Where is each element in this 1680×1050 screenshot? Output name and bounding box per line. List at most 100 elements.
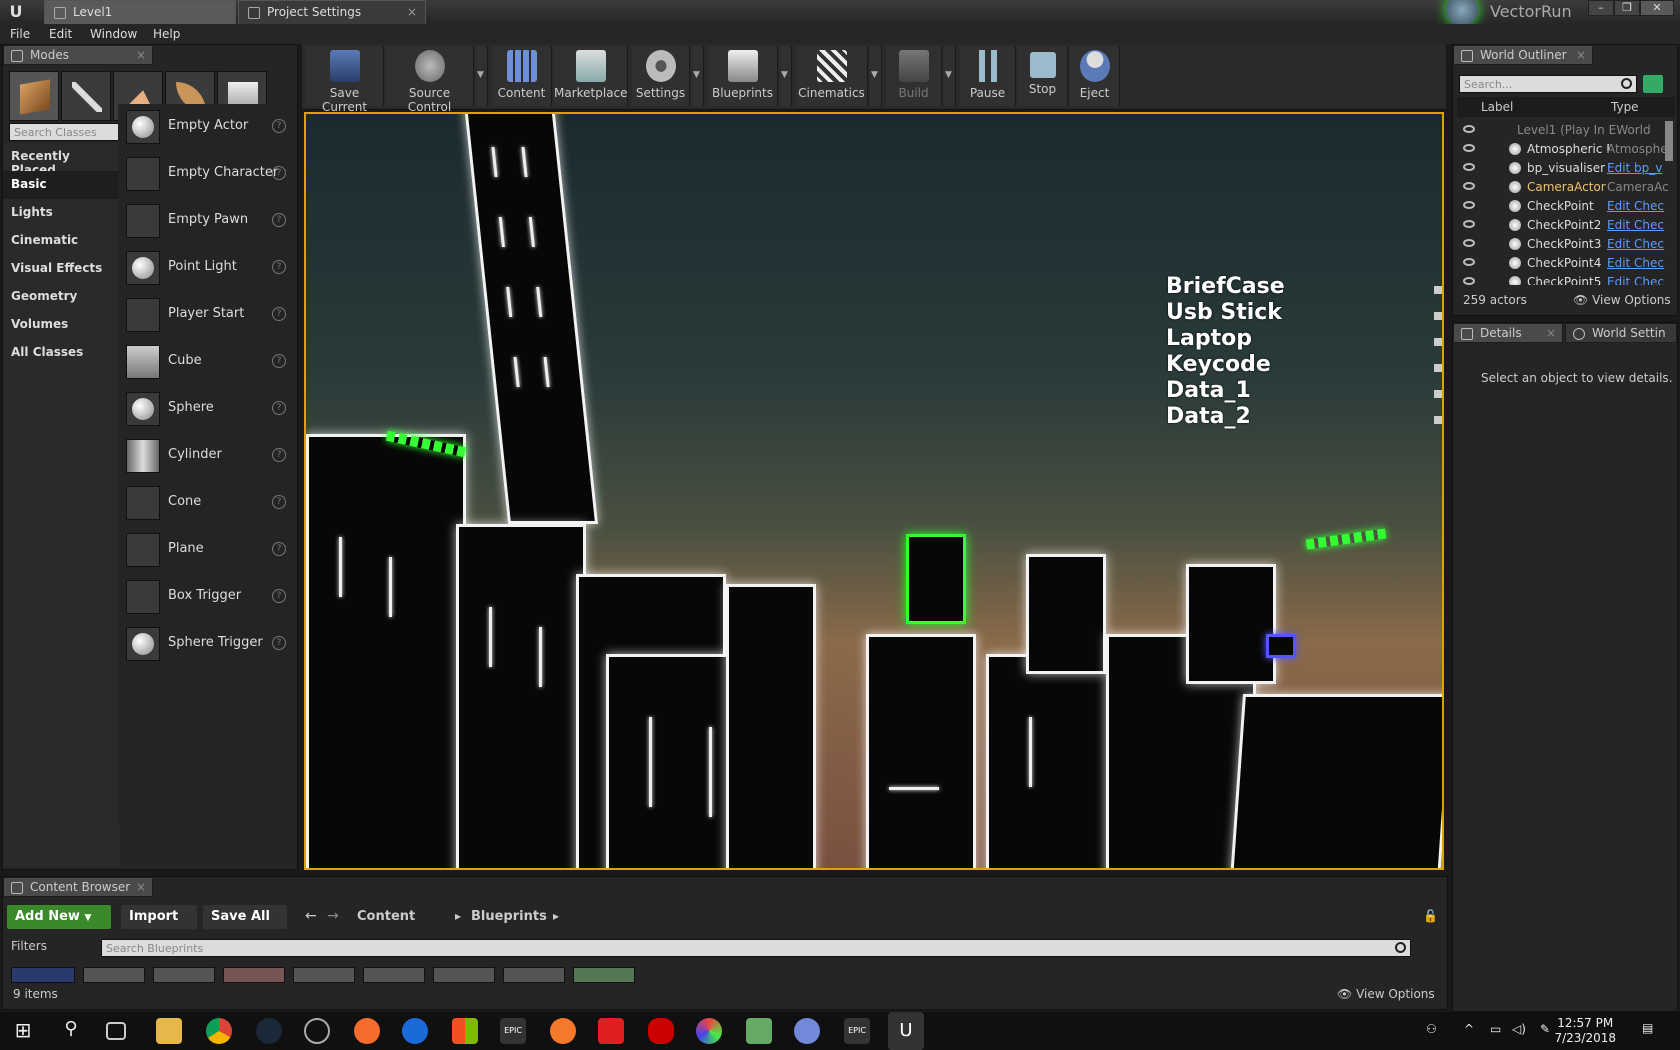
row-type-link[interactable]: Edit Chec <box>1607 275 1671 285</box>
source-control-button[interactable]: Source Control <box>386 46 474 114</box>
place-item-empty-pawn[interactable]: Empty Pawn? <box>118 198 296 242</box>
origin-icon[interactable] <box>354 1018 380 1044</box>
place-item-plane[interactable]: Plane? <box>118 527 296 571</box>
back-arrow-icon[interactable]: ← <box>305 908 317 924</box>
import-button[interactable]: Import <box>121 905 197 929</box>
place-item-cylinder[interactable]: Cylinder? <box>118 433 296 477</box>
row-type-link[interactable]: Edit bp_v <box>1607 161 1671 175</box>
blender-icon[interactable] <box>550 1018 576 1044</box>
save-all-button[interactable]: Save All <box>203 905 287 929</box>
place-mode-button[interactable] <box>9 71 59 121</box>
pause-button[interactable]: Pause <box>960 46 1016 106</box>
system-clock[interactable]: 12:57 PM 7/23/2018 <box>1554 1016 1616 1046</box>
app-icon[interactable] <box>304 1018 330 1044</box>
davinci-resolve-icon[interactable] <box>696 1018 722 1044</box>
outliner-row[interactable]: bp_visualiser Edit bp_v <box>1461 159 1675 178</box>
breadcrumb-blueprints[interactable]: Blueprints <box>471 909 547 924</box>
help-icon[interactable]: ? <box>272 495 286 509</box>
close-icon[interactable]: × <box>136 880 146 894</box>
outliner-search-input[interactable]: Search... <box>1459 75 1637 93</box>
asset-thumbnail[interactable] <box>503 967 565 983</box>
notifications-icon[interactable]: ▤ <box>1642 1021 1653 1035</box>
eye-icon[interactable] <box>1463 220 1475 228</box>
task-view-icon[interactable] <box>106 1022 126 1040</box>
discord-icon[interactable] <box>794 1018 820 1044</box>
asset-thumbnail[interactable] <box>293 967 355 983</box>
add-new-button[interactable]: Add New ▼ <box>7 905 111 929</box>
network-icon[interactable]: ▭ <box>1490 1022 1501 1036</box>
minimize-button[interactable]: – <box>1588 0 1614 16</box>
menu-window[interactable]: Window <box>90 27 137 41</box>
people-icon[interactable]: ⚇ <box>1426 1022 1437 1036</box>
place-item-sphere[interactable]: Sphere? <box>118 386 296 430</box>
uplay-icon[interactable] <box>402 1018 428 1044</box>
outliner-scrollbar[interactable] <box>1665 121 1673 161</box>
column-label[interactable]: Label <box>1481 100 1513 114</box>
content-browser-tab[interactable]: Content Browser × <box>3 877 153 897</box>
asset-thumbnail[interactable] <box>573 967 635 983</box>
help-icon[interactable]: ? <box>272 401 286 415</box>
content-view-options[interactable]: 👁 View Options <box>1337 987 1435 1001</box>
outliner-row[interactable]: CameraActor CameraAc <box>1461 178 1675 197</box>
menu-help[interactable]: Help <box>153 27 180 41</box>
help-icon[interactable]: ? <box>272 589 286 603</box>
asset-thumbnail[interactable] <box>223 967 285 983</box>
build-dropdown[interactable]: ▼ <box>944 46 956 106</box>
forward-arrow-icon[interactable]: → <box>327 908 339 924</box>
category-volumes[interactable]: Volumes <box>3 311 120 339</box>
eye-icon[interactable] <box>1463 239 1475 247</box>
modes-tab[interactable]: Modes × <box>3 45 153 65</box>
place-item-cone[interactable]: Cone? <box>118 480 296 524</box>
outliner-row[interactable]: CheckPoint4 Edit Chec <box>1461 254 1675 273</box>
outliner-row[interactable]: CheckPoint5 Edit Chec <box>1461 273 1675 285</box>
place-item-box-trigger[interactable]: Box Trigger? <box>118 574 296 618</box>
world-outliner-tab[interactable]: World Outliner × <box>1453 45 1593 65</box>
menu-file[interactable]: File <box>10 27 30 41</box>
category-cinematic[interactable]: Cinematic <box>3 227 120 255</box>
tab-project-settings[interactable]: Project Settings × <box>238 0 426 24</box>
build-button[interactable]: Build <box>886 46 942 106</box>
chrome-icon[interactable] <box>206 1018 232 1044</box>
close-icon[interactable]: × <box>136 48 146 62</box>
save-current-button[interactable]: Save Current <box>306 46 384 114</box>
breadcrumb-content[interactable]: Content <box>357 909 415 924</box>
eject-button[interactable]: Eject <box>1070 46 1120 106</box>
notepad-icon[interactable] <box>746 1018 772 1044</box>
tab-level1[interactable]: Level1 <box>44 0 236 24</box>
close-icon[interactable]: × <box>1546 326 1556 340</box>
cinematics-button[interactable]: Cinematics <box>796 46 868 106</box>
app-icon[interactable] <box>598 1018 624 1044</box>
help-icon[interactable]: ? <box>272 354 286 368</box>
filters-button[interactable]: Filters <box>11 939 47 953</box>
details-tab[interactable]: Details × <box>1453 323 1563 343</box>
marketplace-button[interactable]: Marketplace <box>554 46 628 106</box>
eye-icon[interactable] <box>1463 144 1475 152</box>
epic-games-icon[interactable]: EPIC <box>844 1018 870 1044</box>
place-item-point-light[interactable]: Point Light? <box>118 245 296 289</box>
content-button[interactable]: Content <box>492 46 552 106</box>
help-icon[interactable]: ? <box>272 542 286 556</box>
category-all-classes[interactable]: All Classes <box>3 339 120 367</box>
outliner-row[interactable]: Atmospheric F Atmosphe <box>1461 140 1675 159</box>
asset-thumbnail[interactable] <box>153 967 215 983</box>
chevron-up-icon[interactable]: ^ <box>1464 1022 1474 1036</box>
category-recently-placed[interactable]: Recently Placed <box>3 143 120 177</box>
paint-mode-button[interactable] <box>61 71 111 121</box>
search-blueprints-input[interactable]: Search Blueprints <box>101 939 1411 957</box>
help-icon[interactable]: ? <box>272 636 286 650</box>
unreal-engine-icon[interactable]: U <box>888 1012 924 1050</box>
microsoft-store-icon[interactable] <box>452 1018 478 1044</box>
asset-thumbnail[interactable] <box>363 967 425 983</box>
blueprints-dropdown[interactable]: ▼ <box>780 46 792 106</box>
column-type[interactable]: Type <box>1611 100 1639 114</box>
outliner-root-row[interactable]: Level1 (Play In EWorld <box>1461 121 1675 140</box>
category-visual-effects[interactable]: Visual Effects <box>3 255 120 283</box>
pen-icon[interactable]: ✎ <box>1540 1022 1550 1036</box>
asset-thumbnail[interactable] <box>83 967 145 983</box>
outliner-row[interactable]: CheckPoint Edit Chec <box>1461 197 1675 216</box>
restore-button[interactable]: ❐ <box>1614 0 1640 16</box>
menu-edit[interactable]: Edit <box>49 27 72 41</box>
place-item-cube[interactable]: Cube? <box>118 339 296 383</box>
row-type-link[interactable]: Edit Chec <box>1607 199 1671 213</box>
eye-icon[interactable] <box>1463 125 1475 133</box>
